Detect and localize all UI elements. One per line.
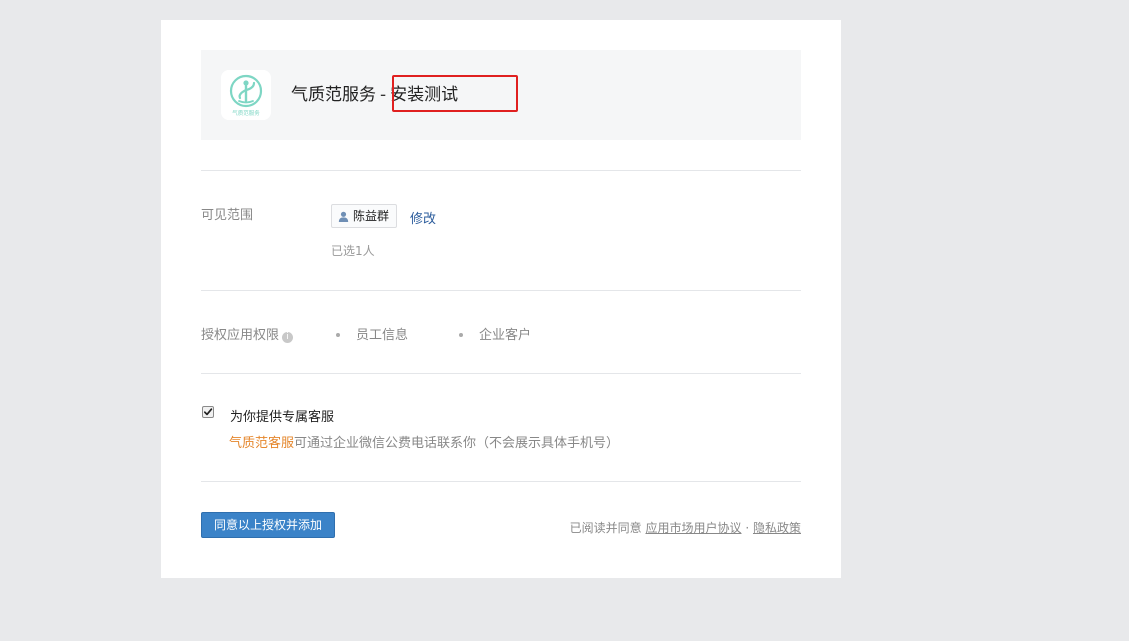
app-logo: 气质范服务 [221, 70, 271, 120]
agreement-dot: · [745, 521, 750, 535]
divider [201, 373, 801, 374]
permission-item-label: 企业客户 [479, 328, 532, 343]
service-description: 气质范客服可通过企业微信公费电话联系你（不会展示具体手机号） [229, 432, 619, 451]
app-header: 气质范服务 气质范服务 - 安装测试 [201, 50, 801, 140]
annotation-highlight-box [392, 75, 518, 112]
app-logo-text: 气质范服务 [232, 109, 260, 117]
bullet-dot [459, 332, 463, 337]
person-icon [338, 211, 349, 222]
permission-item: 员工信息 [336, 324, 408, 343]
permissions-label: 授权应用权限 i [201, 324, 294, 343]
bullet-dot [336, 332, 340, 337]
install-card: 气质范服务 气质范服务 - 安装测试 可见范围 陈益群 修改 已选1人 授权应用权限… [161, 20, 841, 578]
app-logo-icon: 气质范服务 [221, 70, 271, 120]
edit-visibility-link[interactable]: 修改 [410, 208, 436, 227]
member-chip[interactable]: 陈益群 [331, 204, 398, 228]
agreement-prefix: 已阅读并同意 [569, 521, 642, 535]
permission-item: 企业客户 [459, 324, 531, 343]
app-title-separator: - [380, 85, 387, 105]
privacy-policy-link[interactable]: 隐私政策 [753, 521, 801, 535]
app-name: 气质范服务 [291, 85, 376, 105]
info-icon[interactable]: i [282, 332, 294, 343]
divider [201, 290, 801, 291]
service-checkbox[interactable] [202, 406, 214, 418]
divider [201, 481, 801, 482]
checkmark-icon [203, 408, 213, 416]
service-brand-name: 气质范客服 [229, 436, 295, 451]
service-description-text: 可通过企业微信公费电话联系你（不会展示具体手机号） [294, 436, 620, 451]
permissions-label-text: 授权应用权限 [201, 328, 280, 343]
member-name: 陈益群 [353, 209, 390, 223]
user-agreement-link[interactable]: 应用市场用户协议 [645, 521, 741, 535]
selected-count: 已选1人 [331, 244, 375, 258]
agreement-text: 已阅读并同意 应用市场用户协议 · 隐私政策 [570, 519, 801, 536]
agree-and-add-button[interactable]: 同意以上授权并添加 [201, 512, 335, 538]
permission-item-label: 员工信息 [356, 328, 409, 343]
service-title: 为你提供专属客服 [230, 410, 335, 425]
divider [201, 170, 801, 171]
visibility-label: 可见范围 [201, 208, 254, 223]
